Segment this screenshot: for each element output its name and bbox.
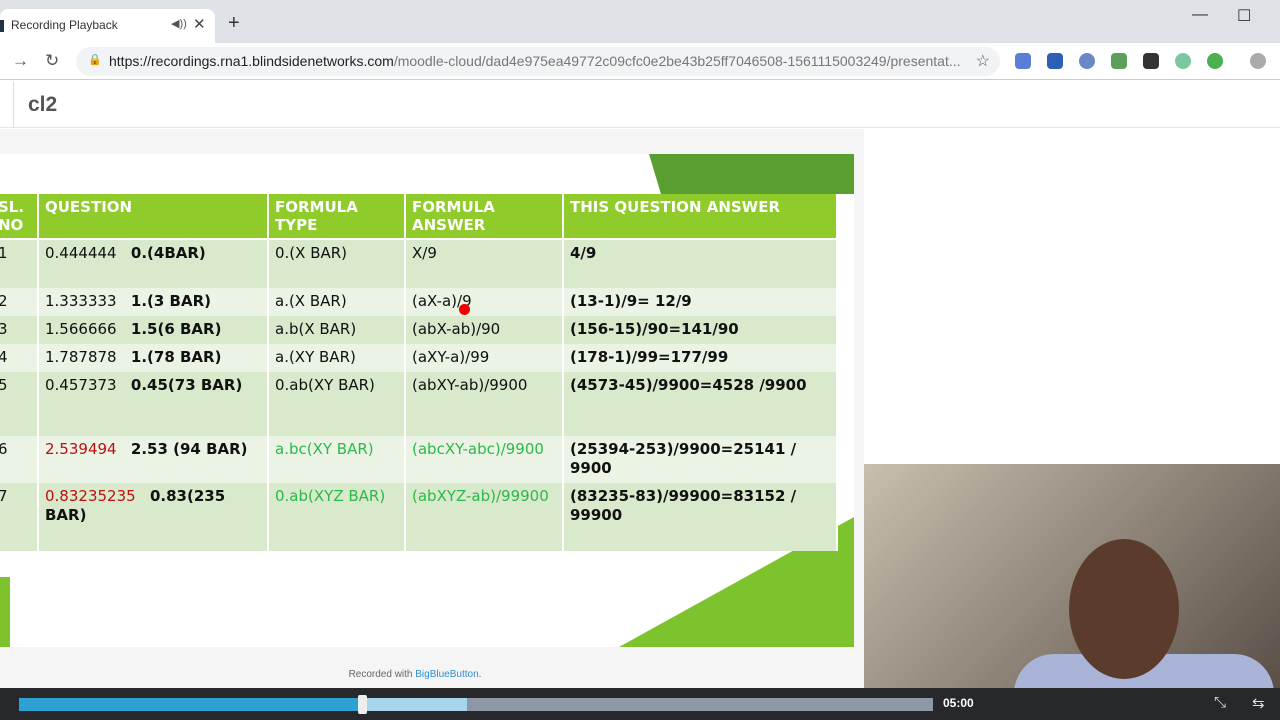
presenter-pointer [459, 304, 470, 315]
new-tab-button[interactable]: + [228, 12, 240, 35]
slide-decoration [0, 577, 10, 647]
browser-tab[interactable]: Recording Playback ◀)) ✕ [0, 9, 215, 43]
recorded-with-credit: Recorded with BigBlueButton. [0, 669, 830, 680]
question-answer: (178-1)/99=177/99 [570, 348, 729, 366]
playback-bar: 05:00 ⤡ ⇆ [0, 688, 1280, 720]
seek-handle[interactable] [357, 695, 367, 714]
presentation-area: SL. NO QUESTION FORMULA TYPE FORMULA ANSWER… [0, 129, 864, 688]
formula-type: 0.ab(XYZ BAR) [275, 487, 386, 505]
table-row: 3 1.566666 1.5(6 BAR) a.b(X BAR) (abX-ab)/9… [0, 316, 838, 344]
table-row: 4 1.787878 1.(78 BAR) a.(XY BAR) (aXY-a)/99… [0, 344, 838, 372]
formula-type: a.b(X BAR) [275, 320, 357, 338]
row-number: 6 [0, 440, 8, 458]
formula-type: a.bc(XY BAR) [275, 440, 374, 458]
maximize-button[interactable]: ☐ [1237, 6, 1251, 26]
row-number: 2 [0, 292, 8, 310]
url-path: /moodle-cloud/dad4e975ea49772c09cfc0e2be… [393, 53, 961, 69]
question-bar-notation: 0.45(73 BAR) [130, 376, 243, 394]
webcam-video [864, 464, 1280, 688]
question-value: 1.787878 [45, 348, 117, 366]
bookmark-star-icon[interactable]: ☆ [976, 51, 990, 71]
swap-layout-icon[interactable]: ⇆ [1252, 694, 1265, 712]
question-answer: (156-15)/90=141/90 [570, 320, 739, 338]
table-row: 6 2.539494 2.53 (94 BAR) a.bc(XY BAR) (abcX… [0, 436, 838, 483]
table-row: 5 0.457373 0.45(73 BAR) 0.ab(XY BAR) (abXY-… [0, 372, 838, 436]
question-answer: 4/9 [570, 244, 597, 262]
slide-decoration [649, 154, 854, 194]
question-bar-notation: 0.(4BAR) [130, 244, 206, 262]
question-bar-notation: 1.(3 BAR) [130, 292, 211, 310]
seek-bar[interactable] [19, 695, 933, 714]
extension-shield-icon[interactable] [1143, 53, 1159, 69]
question-bar-notation: 2.53 (94 BAR) [130, 440, 248, 458]
extension-icon[interactable] [1079, 53, 1095, 69]
question-value: 1.566666 [45, 320, 117, 338]
question-bar-notation: 1.5(6 BAR) [130, 320, 222, 338]
question-value: 2.539494 [45, 440, 117, 458]
fullscreen-icon[interactable]: ⤡ [1214, 694, 1226, 711]
extension-icon[interactable] [1015, 53, 1031, 69]
question-answer: (4573-45)/9900=4528 /9900 [570, 376, 807, 394]
column-header: SL. NO [0, 194, 39, 240]
column-header: FORMULA TYPE [268, 194, 406, 240]
row-number: 3 [0, 320, 8, 338]
row-number: 4 [0, 348, 8, 366]
favicon-icon [0, 20, 4, 32]
extension-icon[interactable] [1207, 53, 1223, 69]
column-header: FORMULA ANSWER [405, 194, 564, 240]
played-progress [19, 698, 362, 711]
address-bar[interactable]: 🔒 https://recordings.rna1.blindsidenetwo… [76, 47, 1000, 76]
slide: SL. NO QUESTION FORMULA TYPE FORMULA ANSWER… [0, 154, 854, 647]
question-value: 1.333333 [45, 292, 117, 310]
question-value: 0.457373 [45, 376, 117, 394]
reload-icon[interactable]: ↻ [45, 51, 59, 71]
divider [13, 81, 14, 128]
table-row: 1 0.444444 0.(4BAR) 0.(X BAR) X/9 4/9 [0, 239, 838, 288]
row-number: 1 [0, 244, 8, 262]
forward-icon[interactable]: → [12, 51, 29, 71]
duration: 05:00 [943, 696, 974, 710]
question-bar-notation: 1.(78 BAR) [130, 348, 222, 366]
browser-toolbar: → ↻ 🔒 https://recordings.rna1.blindsiden… [0, 43, 1280, 80]
formula-type: a.(X BAR) [275, 292, 347, 310]
bigbluebutton-link[interactable]: BigBlueButton [415, 669, 478, 680]
column-header: QUESTION [38, 194, 269, 240]
recording-title: cl2 [28, 93, 58, 116]
extension-icon[interactable] [1111, 53, 1127, 69]
credit-text: Recorded with [348, 669, 416, 680]
row-number: 5 [0, 376, 8, 394]
formula-answer: (abXYZ-ab)/99900 [412, 487, 549, 505]
recording-header: cl2 [0, 81, 1280, 128]
tab-bar: Recording Playback ◀)) ✕ + — ☐ [0, 0, 1280, 43]
column-header: THIS QUESTION ANSWER [563, 194, 838, 240]
credit-text: . [478, 669, 482, 680]
close-tab-icon[interactable]: ✕ [193, 15, 206, 33]
formula-answer: (aXY-a)/99 [412, 348, 490, 366]
minimize-button[interactable]: — [1192, 6, 1208, 24]
formula-type: a.(XY BAR) [275, 348, 356, 366]
formula-type: 0.ab(XY BAR) [275, 376, 375, 394]
row-number: 7 [0, 487, 8, 505]
formula-answer: X/9 [412, 244, 437, 262]
formula-answer: (abX-ab)/90 [412, 320, 501, 338]
question-value: 0.444444 [45, 244, 117, 262]
table-row: 2 1.333333 1.(3 BAR) a.(X BAR) (aX-a)/9 (13-… [0, 288, 838, 316]
formula-type: 0.(X BAR) [275, 244, 348, 262]
question-answer: (83235-83)/99900=83152 / 99900 [570, 487, 797, 524]
lock-icon: 🔒 [88, 54, 102, 66]
formula-answer: (abcXY-abc)/9900 [412, 440, 544, 458]
question-value: 0.83235235 [45, 487, 136, 505]
audio-playing-icon[interactable]: ◀)) [171, 17, 187, 30]
table-row: 7 0.83235235 0.83(235 BAR) 0.ab(XYZ BAR) (a… [0, 483, 838, 551]
tab-title: Recording Playback [11, 18, 118, 32]
question-answer: (25394-253)/9900=25141 / 9900 [570, 440, 797, 477]
slide-table: SL. NO QUESTION FORMULA TYPE FORMULA ANSWER… [0, 194, 838, 551]
webcam-person [1069, 539, 1179, 679]
profile-avatar-icon[interactable] [1250, 53, 1266, 69]
question-answer: (13-1)/9= 12/9 [570, 292, 692, 310]
url-host: https://recordings.rna1.blindsidenetwork… [109, 53, 394, 69]
extension-icon[interactable] [1175, 53, 1191, 69]
extension-search-icon[interactable] [1047, 53, 1063, 69]
formula-answer: (abXY-ab)/9900 [412, 376, 528, 394]
